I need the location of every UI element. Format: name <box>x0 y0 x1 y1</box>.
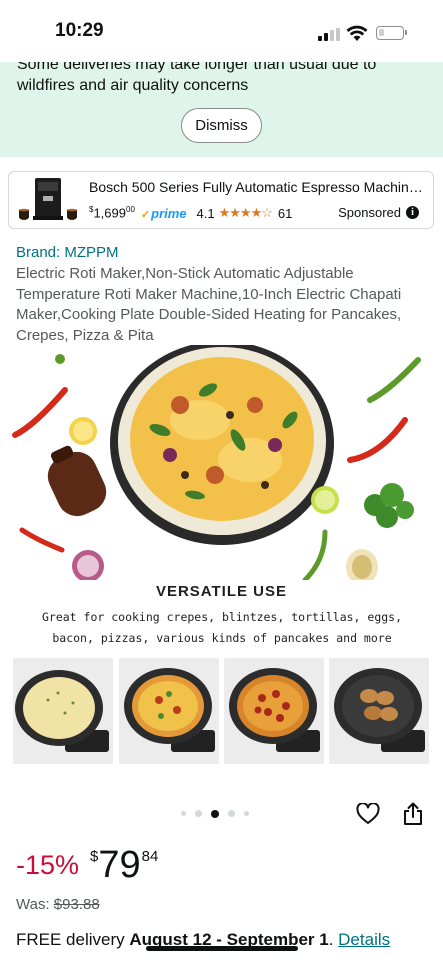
pizza-on-roti-maker-illustration <box>12 345 421 580</box>
ad-price: $1,69900 <box>89 205 135 220</box>
ad-rating: 4.1 <box>196 205 215 221</box>
notice-text: Some deliveries may take longer than usu… <box>17 62 377 94</box>
heart-icon[interactable] <box>356 803 380 825</box>
delivery-separator: . <box>328 930 339 949</box>
status-time: 10:29 <box>55 20 104 41</box>
was-price: Was: $93.88 <box>16 896 100 913</box>
discount-percentage: -15% <box>16 850 80 880</box>
image-pager <box>181 809 249 818</box>
info-icon[interactable]: i <box>406 206 419 219</box>
ad-price-whole: 1,699 <box>93 205 126 221</box>
current-price: $ 79 84 <box>90 845 158 885</box>
dismiss-button[interactable]: Dismiss <box>181 108 262 143</box>
home-indicator[interactable] <box>146 946 298 951</box>
pager-dot[interactable] <box>244 811 249 816</box>
pager-dot[interactable] <box>181 811 186 816</box>
share-icon[interactable] <box>402 802 424 826</box>
cellular-signal-icon <box>318 28 340 41</box>
espresso-machine-thumbnail <box>19 178 77 220</box>
pager-dot[interactable] <box>228 810 235 817</box>
brand-link[interactable]: Brand: MZPPM <box>16 244 119 261</box>
delivery-notice-banner: Some deliveries may take longer than usu… <box>0 62 443 157</box>
delivery-prefix: FREE delivery <box>16 930 130 949</box>
pancakes-thumbnail[interactable] <box>329 658 429 764</box>
prime-badge: prime <box>141 206 186 221</box>
ad-review-count: 61 <box>277 205 293 221</box>
price-whole: 79 <box>98 844 141 886</box>
wifi-icon <box>346 25 368 41</box>
battery-icon <box>376 26 407 40</box>
product-title: Electric Roti Maker,Non-Stick Automatic … <box>16 265 402 344</box>
pepperoni-pizza-thumbnail[interactable] <box>224 658 324 764</box>
sponsored-text: Sponsored <box>338 205 401 220</box>
image-thumbnails <box>13 658 431 766</box>
price-row: -15% $ 79 84 <box>16 845 158 889</box>
price-fraction: 84 <box>141 848 159 865</box>
pager-dot-active[interactable] <box>211 809 219 818</box>
hero-heading: VERSATILE USE <box>155 583 288 600</box>
crepe-thumbnail[interactable] <box>13 658 113 764</box>
hero-description: Great for cooking crepes, blintzes, tort… <box>41 610 403 645</box>
ad-price-fraction: 00 <box>126 205 135 215</box>
ad-title: Bosch 500 Series Fully Automatic Espress… <box>89 179 425 195</box>
price-symbol: $ <box>90 848 99 865</box>
star-rating-icon: ★★★★☆ <box>218 205 273 220</box>
sponsored-label[interactable]: Sponsored i <box>338 205 419 220</box>
delivery-details-link[interactable]: Details <box>338 930 390 949</box>
pizza-thumbnail[interactable] <box>119 658 219 764</box>
status-bar: 10:29 <box>0 0 443 62</box>
sponsored-ad[interactable]: Bosch 500 Series Fully Automatic Espress… <box>8 171 434 229</box>
pager-dot[interactable] <box>195 810 202 817</box>
was-label: Was: <box>16 896 54 913</box>
was-price-value: $93.88 <box>53 896 100 913</box>
product-hero-image[interactable]: VERSATILE USE Great for cooking crepes, … <box>0 345 443 650</box>
